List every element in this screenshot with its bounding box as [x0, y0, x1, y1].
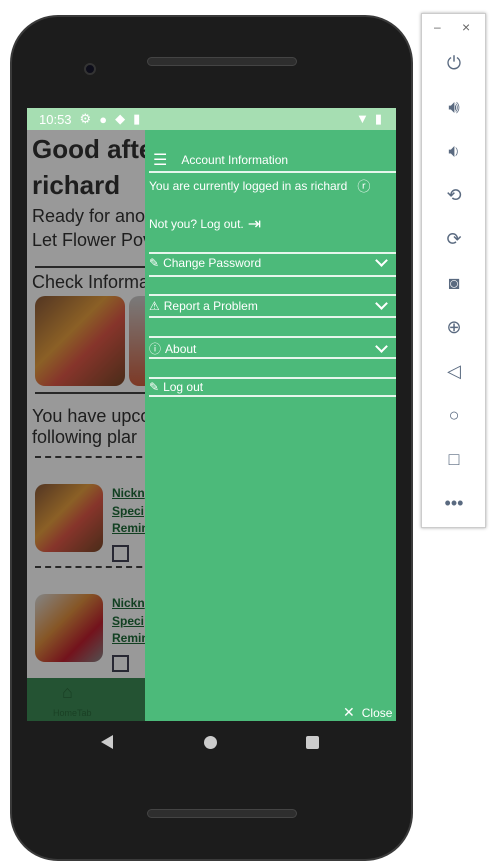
pencil-icon: ✎	[149, 256, 160, 270]
wifi-icon: ▼	[355, 111, 369, 126]
pencil-icon: ✎	[149, 380, 160, 394]
home-icon[interactable]: ○	[442, 403, 466, 427]
divider	[149, 252, 396, 254]
close-icon: ✕	[343, 704, 355, 720]
back-icon[interactable]	[101, 735, 113, 749]
divider	[149, 294, 396, 296]
rotate-left-icon[interactable]: ⟲	[442, 183, 466, 207]
report-icon: ⚠	[149, 299, 160, 313]
divider	[149, 336, 396, 338]
not-you-text: Not you? Log out.	[149, 217, 244, 231]
volume-down-icon[interactable]: 🔉︎	[442, 139, 466, 163]
play-icon: ◆	[115, 111, 126, 126]
divider	[149, 357, 396, 359]
close-window-button[interactable]: ×	[462, 19, 470, 35]
logged-in-row: You are currently logged in as richard ⓡ	[149, 176, 396, 195]
screen: 10:53 ⚙ ● ◆ ▮ ▼ ▮ Good afte richard Ready…	[27, 108, 396, 721]
rotate-right-icon[interactable]: ⟳	[442, 227, 466, 251]
divider	[149, 171, 396, 173]
log-out-link[interactable]: Not you? Log out. ⇥	[149, 214, 396, 234]
divider	[149, 395, 396, 397]
chevron-down-icon	[375, 254, 388, 267]
user-icon: ⓡ	[357, 179, 371, 194]
front-camera	[84, 63, 96, 75]
divider	[149, 316, 396, 318]
close-button[interactable]: ✕ Close	[343, 704, 396, 721]
close-label: Close	[361, 705, 393, 720]
report-problem-item[interactable]: ⚠ Report a Problem	[149, 297, 396, 313]
status-bar: 10:53 ⚙ ● ◆ ▮ ▼ ▮	[27, 108, 396, 130]
item-label: Report a Problem	[163, 299, 258, 313]
power-icon[interactable]: ⏻	[442, 51, 466, 75]
logout-item[interactable]: ✎ Log out	[149, 380, 396, 394]
sd-card-icon: ▮	[133, 111, 141, 126]
about-item[interactable]: ⓘ About	[149, 339, 396, 357]
top-speaker	[147, 57, 297, 66]
home-button-icon[interactable]	[204, 736, 217, 749]
logout-icon: ⇥	[247, 216, 262, 233]
drawer-title: Account Information	[181, 153, 289, 167]
android-nav-bar	[27, 721, 396, 765]
change-password-item[interactable]: ✎ Change Password	[149, 254, 396, 270]
battery-icon: ▮	[374, 111, 382, 126]
camera-icon[interactable]: ◙	[442, 271, 466, 295]
more-icon[interactable]: •••	[442, 491, 466, 515]
chevron-down-icon	[375, 297, 388, 310]
logged-in-text: You are currently logged in as richard	[149, 178, 348, 193]
overview-icon[interactable]: □	[442, 447, 466, 471]
emulator-toolbar: – × ⏻ 🔊︎ 🔉︎ ⟲ ⟳ ◙ ⊕ ◁ ○ □ •••	[421, 13, 486, 528]
recents-icon[interactable]	[306, 736, 319, 749]
settings-icon: ⚙	[79, 111, 92, 126]
divider	[149, 275, 396, 277]
back-icon[interactable]: ◁	[442, 359, 466, 383]
info-icon: ⓘ	[149, 342, 162, 356]
status-time: 10:53	[39, 111, 72, 127]
divider	[149, 377, 396, 379]
volume-up-icon[interactable]: 🔊︎	[442, 95, 466, 119]
app-icon: ●	[99, 111, 108, 127]
item-label: About	[165, 341, 197, 356]
menu-icon[interactable]: ☰	[153, 150, 167, 170]
minimize-button[interactable]: –	[434, 20, 441, 34]
chevron-down-icon	[375, 339, 388, 353]
bottom-speaker	[147, 809, 297, 818]
item-label: Log out	[163, 380, 204, 394]
account-drawer: ☰ Account Information You are currently …	[145, 130, 396, 721]
zoom-icon[interactable]: ⊕	[442, 315, 466, 339]
drawer-header: ☰ Account Information	[149, 150, 396, 170]
item-label: Change Password	[163, 256, 262, 270]
